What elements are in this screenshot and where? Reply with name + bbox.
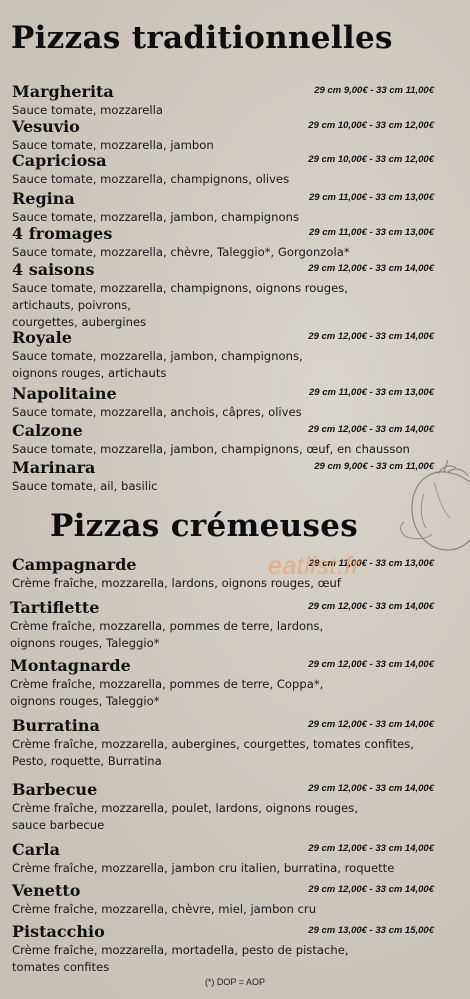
menu-item: Marinara 29 cm 9,00€ - 33 cm 11,00€ Sauce … bbox=[12, 459, 462, 495]
section-title-cremeuses: Pizzas crémeuses bbox=[50, 508, 359, 544]
description-line: Crème fraîche, mozzarella, aubergines, c… bbox=[12, 737, 414, 751]
footnote: (*) DOP = AOP bbox=[204, 977, 266, 987]
description-line: Sauce tomate, mozzarella, champignons, o… bbox=[12, 172, 290, 186]
pizza-description: Sauce tomate, mozzarella, champignons, o… bbox=[12, 171, 462, 188]
description-line: Crème fraîche, mozzarella, pommes de ter… bbox=[10, 677, 324, 691]
description-line: artichauts, poivrons, bbox=[12, 298, 131, 312]
pizza-description: Sauce tomate, mozzarella, chèvre, Talegg… bbox=[12, 244, 462, 261]
menu-item: Barbecue 29 cm 12,00€ - 33 cm 14,00€ Crème… bbox=[12, 781, 462, 834]
description-line: Sauce tomate, mozzarella, chèvre, Talegg… bbox=[12, 245, 350, 259]
description-line: oignons rouges, Taleggio* bbox=[10, 636, 160, 650]
menu-item: Montagnarde 29 cm 12,00€ - 33 cm 14,00€ Cr… bbox=[10, 657, 462, 710]
pizza-description: Crème fraîche, mozzarella, aubergines, c… bbox=[12, 736, 462, 770]
pizza-price: 29 cm 12,00€ - 33 cm 14,00€ bbox=[308, 843, 434, 854]
description-line: sauce barbecue bbox=[12, 818, 105, 832]
pizza-price: 29 cm 11,00€ - 33 cm 13,00€ bbox=[308, 192, 434, 203]
description-line: Crème fraîche, mozzarella, chèvre, miel,… bbox=[12, 902, 317, 916]
description-line: Sauce tomate, mozzarella, jambon, champi… bbox=[12, 349, 303, 363]
pizza-description: Crème fraîche, mozzarella, lardons, oign… bbox=[12, 575, 462, 592]
menu-item: Vesuvio 29 cm 10,00€ - 33 cm 12,00€ Sauce … bbox=[12, 118, 462, 154]
description-line: Crème fraîche, mozzarella, jambon cru it… bbox=[12, 861, 395, 875]
description-line: Sauce tomate, mozzarella, jambon, champi… bbox=[12, 442, 410, 456]
section-title-traditionnelles: Pizzas traditionnelles bbox=[11, 20, 393, 56]
pizza-description: Crème fraîche, mozzarella, pommes de ter… bbox=[10, 676, 462, 710]
description-line: Crème fraîche, mozzarella, pommes de ter… bbox=[10, 619, 324, 633]
pizza-price: 29 cm 11,00€ - 33 cm 13,00€ bbox=[308, 227, 434, 238]
menu-item: Burratina 29 cm 12,00€ - 33 cm 14,00€ Crèm… bbox=[12, 717, 462, 770]
description-line: oignons rouges, artichauts bbox=[12, 366, 167, 380]
pizza-price: 29 cm 10,00€ - 33 cm 12,00€ bbox=[308, 120, 434, 131]
pizza-description: Crème fraîche, mozzarella, poulet, lardo… bbox=[12, 800, 462, 834]
menu-item: Pistacchio 29 cm 13,00€ - 33 cm 15,00€ Crè… bbox=[12, 923, 462, 976]
pizza-description: Crème fraîche, mozzarella, pommes de ter… bbox=[10, 618, 462, 652]
menu-item: Campagnarde 29 cm 11,00€ - 33 cm 13,00€ Cr… bbox=[12, 556, 462, 592]
pizza-price: 29 cm 12,00€ - 33 cm 14,00€ bbox=[308, 331, 434, 342]
pizza-price: 29 cm 12,00€ - 33 cm 14,00€ bbox=[308, 783, 434, 794]
pizza-description: Crème fraîche, mozzarella, mortadella, p… bbox=[12, 942, 462, 976]
menu-item: Tartiflette 29 cm 12,00€ - 33 cm 14,00€ Cr… bbox=[10, 599, 462, 652]
pizza-price: 29 cm 10,00€ - 33 cm 12,00€ bbox=[308, 154, 434, 165]
pizza-description: Crème fraîche, mozzarella, jambon cru it… bbox=[12, 860, 462, 877]
watermark: eatlist.fr bbox=[268, 552, 361, 580]
description-line: Pesto, roquette, Burratina bbox=[12, 754, 162, 768]
menu-item: Royale 29 cm 12,00€ - 33 cm 14,00€ Sauce t… bbox=[12, 329, 462, 382]
description-line: tomates confites bbox=[12, 960, 110, 974]
pizza-price: 29 cm 12,00€ - 33 cm 14,00€ bbox=[308, 719, 434, 730]
menu-item: 4 fromages 29 cm 11,00€ - 33 cm 13,00€ Sau… bbox=[12, 225, 462, 261]
pizza-description: Sauce tomate, mozzarella, champignons, o… bbox=[12, 280, 462, 331]
description-line: Crème fraîche, mozzarella, poulet, lardo… bbox=[12, 801, 359, 815]
pizza-price: 29 cm 12,00€ - 33 cm 14,00€ bbox=[308, 659, 434, 670]
pizza-description: Sauce tomate, mozzarella, jambon, champi… bbox=[12, 441, 462, 458]
description-line: Sauce tomate, mozzarella, anchois, câpre… bbox=[12, 405, 302, 419]
menu-item: Regina 29 cm 11,00€ - 33 cm 13,00€ Sauce t… bbox=[12, 190, 462, 226]
menu-item: 4 saisons 29 cm 12,00€ - 33 cm 14,00€ Sauc… bbox=[12, 261, 462, 331]
pizza-price: 29 cm 12,00€ - 33 cm 14,00€ bbox=[308, 884, 434, 895]
description-line: Sauce tomate, ail, basilic bbox=[12, 479, 158, 493]
menu-item: Carla 29 cm 12,00€ - 33 cm 14,00€ Crème fr… bbox=[12, 841, 462, 877]
menu-page: Pizzas traditionnelles Margherita 29 cm 9… bbox=[0, 0, 470, 999]
description-line: oignons rouges, Taleggio* bbox=[10, 694, 160, 708]
pizza-price: 29 cm 12,00€ - 33 cm 14,00€ bbox=[308, 424, 434, 435]
pizza-price: 29 cm 9,00€ - 33 cm 11,00€ bbox=[314, 85, 434, 96]
pizza-price: 29 cm 13,00€ - 33 cm 15,00€ bbox=[308, 925, 434, 936]
menu-item: Venetto 29 cm 12,00€ - 33 cm 14,00€ Crème … bbox=[12, 882, 462, 918]
pizza-price: 29 cm 12,00€ - 33 cm 14,00€ bbox=[308, 601, 434, 612]
description-line: Crème fraîche, mozzarella, lardons, oign… bbox=[12, 576, 341, 590]
pizza-description: Sauce tomate, ail, basilic bbox=[12, 478, 462, 495]
menu-item: Calzone 29 cm 12,00€ - 33 cm 14,00€ Sauce … bbox=[12, 422, 462, 458]
tomato-sketch-icon bbox=[400, 459, 470, 551]
pizza-price: 29 cm 11,00€ - 33 cm 13,00€ bbox=[308, 387, 434, 398]
pizza-description: Crème fraîche, mozzarella, chèvre, miel,… bbox=[12, 901, 462, 918]
menu-item: Napolitaine 29 cm 11,00€ - 33 cm 13,00€ Sa… bbox=[12, 385, 462, 421]
pizza-description: Sauce tomate, mozzarella, anchois, câpre… bbox=[12, 404, 462, 421]
description-line: Sauce tomate, mozzarella, champignons, o… bbox=[12, 281, 348, 295]
pizza-price: 29 cm 12,00€ - 33 cm 14,00€ bbox=[308, 263, 434, 274]
description-line: Crème fraîche, mozzarella, mortadella, p… bbox=[12, 943, 349, 957]
menu-item: Margherita 29 cm 9,00€ - 33 cm 11,00€ Sauc… bbox=[12, 83, 462, 119]
pizza-description: Sauce tomate, mozzarella, jambon, champi… bbox=[12, 348, 462, 382]
menu-item: Capriciosa 29 cm 10,00€ - 33 cm 12,00€ Sau… bbox=[12, 152, 462, 188]
